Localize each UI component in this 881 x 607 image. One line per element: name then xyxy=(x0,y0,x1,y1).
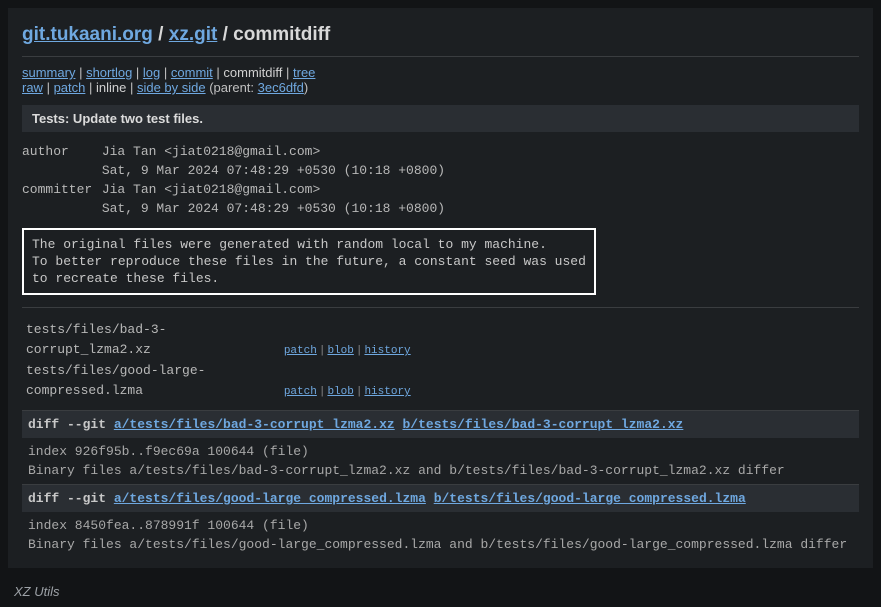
nav-patch[interactable]: patch xyxy=(54,80,86,95)
sep: / xyxy=(217,24,233,45)
author-date: Sat, 9 Mar 2024 07:48:29 +0530 (10:18 +0… xyxy=(102,161,445,180)
divider xyxy=(22,307,859,308)
nav-log[interactable]: log xyxy=(143,65,160,80)
nav-raw[interactable]: raw xyxy=(22,80,43,95)
file-links: patch|blob|history xyxy=(284,341,411,361)
nav-inline-current: inline xyxy=(96,80,126,95)
parent-hash-link[interactable]: 3ec6dfd xyxy=(258,80,304,95)
nav-commitdiff-current: commitdiff xyxy=(223,65,282,80)
file-history-link[interactable]: history xyxy=(364,386,410,398)
diff-header: diff --git a/tests/files/good-large_comp… xyxy=(22,485,859,512)
commit-message-box: The original files were generated with r… xyxy=(22,228,596,295)
nav-sidebyside[interactable]: side by side xyxy=(137,80,206,95)
file-history-link[interactable]: history xyxy=(364,345,410,357)
diff-binary-line: Binary files a/tests/files/good-large_co… xyxy=(28,535,853,554)
commit-meta: author Jia Tan <jiat0218@gmail.com> Sat,… xyxy=(22,132,859,228)
diff-file-a-link[interactable]: a/tests/files/bad-3-corrupt_lzma2.xz xyxy=(114,417,395,432)
nav-shortlog[interactable]: shortlog xyxy=(86,65,132,80)
diff-index-line: index 926f95b..f9ec69a 100644 (file) xyxy=(28,442,853,461)
file-name: tests/files/bad-3-corrupt_lzma2.xz xyxy=(26,320,276,360)
diff-file-a-link[interactable]: a/tests/files/good-large_compressed.lzma xyxy=(114,491,426,506)
file-name: tests/files/good-large-compressed.lzma xyxy=(26,361,276,401)
sep: / xyxy=(153,24,169,45)
file-patch-link[interactable]: patch xyxy=(284,386,317,398)
diff-binary-line: Binary files a/tests/files/bad-3-corrupt… xyxy=(28,461,853,480)
footer-label: XZ Utils xyxy=(0,576,881,607)
close-paren: ) xyxy=(304,80,308,95)
msg-line: The original files were generated with r… xyxy=(32,236,586,253)
file-patch-link[interactable]: patch xyxy=(284,345,317,357)
file-row: tests/files/bad-3-corrupt_lzma2.xz patch… xyxy=(26,320,855,361)
msg-line: to recreate these files. xyxy=(32,270,586,287)
breadcrumb: git.tukaani.org / xz.git / commitdiff xyxy=(22,18,859,56)
diff-block: diff --git a/tests/files/bad-3-corrupt_l… xyxy=(22,410,859,484)
file-links: patch|blob|history xyxy=(284,382,411,402)
nav-commit[interactable]: commit xyxy=(171,65,213,80)
author-value: Jia Tan <jiat0218@gmail.com> xyxy=(102,142,320,161)
committer-date: Sat, 9 Mar 2024 07:48:29 +0530 (10:18 +0… xyxy=(102,199,445,218)
diff-header: diff --git a/tests/files/bad-3-corrupt_l… xyxy=(22,411,859,438)
committer-value: Jia Tan <jiat0218@gmail.com> xyxy=(102,180,320,199)
nav-summary[interactable]: summary xyxy=(22,65,75,80)
diff-file-b-link[interactable]: b/tests/files/good-large_compressed.lzma xyxy=(434,491,746,506)
diff-block: diff --git a/tests/files/good-large_comp… xyxy=(22,484,859,558)
nav-tree[interactable]: tree xyxy=(293,65,315,80)
msg-line: To better reproduce these files in the f… xyxy=(32,253,586,270)
nav-bar: summary | shortlog | log | commit | comm… xyxy=(22,56,859,99)
repo-link[interactable]: xz.git xyxy=(169,24,218,45)
committer-label: committer xyxy=(22,180,94,199)
commit-title: Tests: Update two test files. xyxy=(22,105,859,132)
parent-label: (parent: xyxy=(206,80,258,95)
diff-file-b-link[interactable]: b/tests/files/bad-3-corrupt_lzma2.xz xyxy=(403,417,684,432)
diff-index-line: index 8450fea..878991f 100644 (file) xyxy=(28,516,853,535)
host-link[interactable]: git.tukaani.org xyxy=(22,24,153,45)
diff-prefix: diff --git xyxy=(28,491,114,506)
diff-prefix: diff --git xyxy=(28,417,114,432)
file-blob-link[interactable]: blob xyxy=(327,386,353,398)
view-label: commitdiff xyxy=(233,24,330,45)
page-container: git.tukaani.org / xz.git / commitdiff su… xyxy=(8,8,873,568)
file-blob-link[interactable]: blob xyxy=(327,345,353,357)
author-label: author xyxy=(22,142,94,161)
file-list: tests/files/bad-3-corrupt_lzma2.xz patch… xyxy=(22,314,859,410)
file-row: tests/files/good-large-compressed.lzma p… xyxy=(26,361,855,402)
